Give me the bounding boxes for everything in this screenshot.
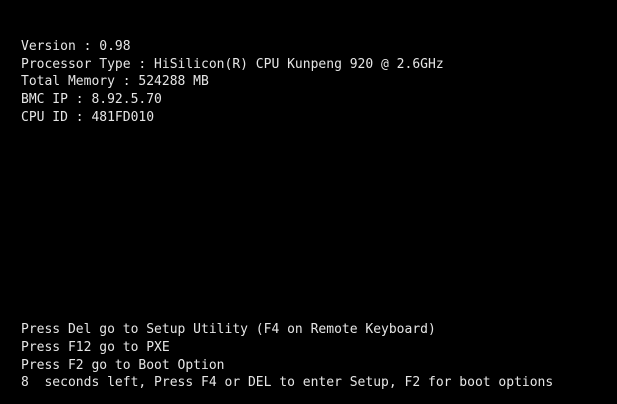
- cpu-id: CPU ID : 481FD010: [21, 110, 155, 125]
- total-memory: Total Memory : 524288 MB: [21, 74, 209, 89]
- boot-option-prompt: Press F2 go to Boot Option: [21, 358, 225, 373]
- bios-post-screen: Version : 0.98 Processor Type : HiSilico…: [0, 0, 617, 404]
- processor-type: Processor Type : HiSilicon(R) CPU Kunpen…: [21, 57, 444, 72]
- pxe-prompt: Press F12 go to PXE: [21, 340, 170, 355]
- countdown-prompt: 8 seconds left, Press F4 or DEL to enter…: [21, 375, 554, 390]
- firmware-version: Version : 0.98: [21, 39, 131, 54]
- bmc-ip: BMC IP : 8.92.5.70: [21, 92, 162, 107]
- setup-utility-prompt: Press Del go to Setup Utility (F4 on Rem…: [21, 322, 436, 337]
